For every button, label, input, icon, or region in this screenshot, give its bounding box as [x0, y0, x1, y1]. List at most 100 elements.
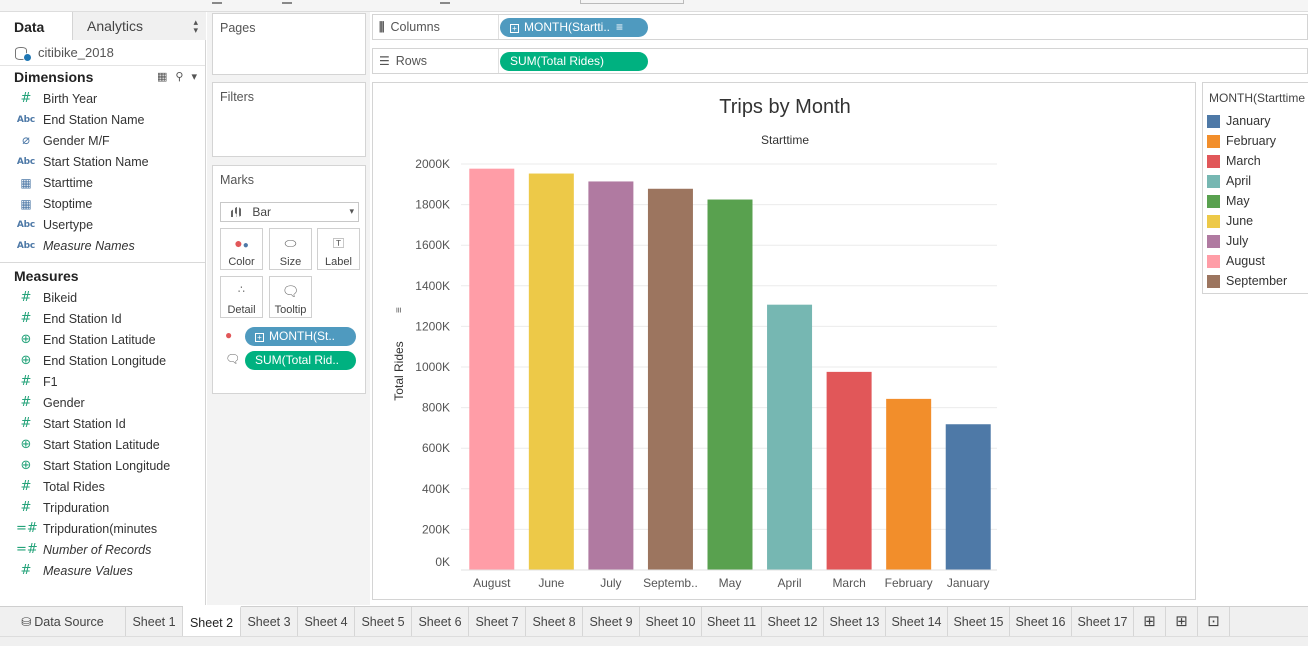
field-item[interactable]: # Birth Year	[0, 88, 205, 109]
rows-sum-pill[interactable]: SUM(Total Rides)	[500, 52, 648, 71]
tab-data[interactable]: Data	[0, 12, 72, 40]
bar[interactable]	[945, 424, 991, 570]
sheet-tab[interactable]: Sheet 16	[1010, 607, 1072, 637]
field-item[interactable]: ▦ Starttime	[0, 172, 205, 193]
sort-icon[interactable]: ≡	[394, 307, 405, 313]
rows-shelf[interactable]: ☰ Rows SUM(Total Rides)	[372, 48, 1308, 74]
field-item[interactable]: # End Station Id	[0, 308, 205, 329]
field-label: Start Station Latitude	[43, 437, 160, 452]
detail-button[interactable]: ∴ Detail	[220, 276, 263, 318]
color-month-pill[interactable]: + MONTH(St..	[245, 327, 356, 346]
field-item[interactable]: # Gender	[0, 392, 205, 413]
field-item[interactable]: Abc Measure Names	[0, 235, 205, 256]
legend-item[interactable]: April	[1203, 171, 1308, 191]
legend-label: August	[1226, 254, 1265, 268]
bar[interactable]	[469, 168, 515, 570]
sheet-tab[interactable]: Sheet 2	[183, 606, 241, 637]
legend-item[interactable]: January	[1203, 111, 1308, 131]
field-item[interactable]: =# Tripduration(minutes	[0, 518, 205, 539]
sheet-tab[interactable]: Sheet 15	[948, 607, 1010, 637]
bar-chart: 0K 200K 400K 600K 800K 1000K 1200K 1400K 1600K 18…	[392, 157, 997, 590]
sheet-tab[interactable]: Sheet 3	[241, 607, 298, 637]
legend-item[interactable]: August	[1203, 251, 1308, 271]
new-dashboard-icon[interactable]: ⊞	[1166, 607, 1198, 637]
sheet-tab[interactable]: Sheet 11	[702, 607, 762, 637]
sheet-tab[interactable]: Sheet 9	[583, 607, 640, 637]
pages-card[interactable]: Pages	[212, 13, 366, 75]
field-item[interactable]: # F1	[0, 371, 205, 392]
legend-label: January	[1226, 114, 1271, 128]
bar[interactable]	[647, 188, 693, 570]
field-label: End Station Latitude	[43, 332, 156, 347]
sheet-tab[interactable]: Sheet 1	[126, 607, 183, 637]
bar[interactable]	[767, 304, 813, 570]
tooltip-sum-pill[interactable]: SUM(Total Rid..	[245, 351, 356, 370]
dimensions-list: # Birth Year Abc End Station Name ⌀ Gender M/…	[0, 88, 205, 256]
bar[interactable]	[707, 199, 753, 570]
sheet-tab[interactable]: Sheet 5	[355, 607, 412, 637]
size-button[interactable]: ⬭ Size	[269, 228, 312, 270]
toolbar-dropdown[interactable]	[580, 0, 684, 4]
columns-shelf[interactable]: ⫼ Columns + MONTH(Startti.. ≡	[372, 14, 1308, 40]
sheet-tab[interactable]: Sheet 13	[824, 607, 886, 637]
new-worksheet-icon[interactable]: ⊞	[1134, 607, 1166, 637]
bar[interactable]	[528, 173, 574, 570]
view-toggle-icon[interactable]: ▦	[157, 70, 167, 83]
field-item[interactable]: # Start Station Id	[0, 413, 205, 434]
tab-analytics[interactable]: Analytics ▴ ▾	[72, 12, 206, 40]
field-label: End Station Id	[43, 311, 122, 326]
field-label: Usertype	[43, 217, 94, 232]
bar[interactable]	[588, 181, 634, 570]
label-button[interactable]: 🅃 Label	[317, 228, 360, 270]
columns-month-pill[interactable]: + MONTH(Startti.. ≡	[500, 18, 648, 37]
sheet-tab[interactable]: Sheet 8	[526, 607, 583, 637]
field-item[interactable]: # Bikeid	[0, 287, 205, 308]
new-story-icon[interactable]: ⊡	[1198, 607, 1230, 637]
legend-item[interactable]: June	[1203, 211, 1308, 231]
sheet-tab[interactable]: Sheet 14	[886, 607, 948, 637]
sheet-tab[interactable]: Sheet 6	[412, 607, 469, 637]
field-item[interactable]: ⊕ Start Station Latitude	[0, 434, 205, 455]
legend-item[interactable]: May	[1203, 191, 1308, 211]
sheet-tab[interactable]: Sheet 4	[298, 607, 355, 637]
tooltip-sum-pill-label: SUM(Total Rid..	[255, 353, 340, 367]
field-item[interactable]: ⌀ Gender M/F	[0, 130, 205, 151]
toolbar-icon[interactable]	[282, 0, 292, 4]
sheet-tab[interactable]: Sheet 17	[1072, 607, 1134, 637]
bar[interactable]	[826, 371, 872, 570]
number-type-icon: #	[20, 395, 32, 410]
field-item[interactable]: # Total Rides	[0, 476, 205, 497]
field-item[interactable]: ⊕ Start Station Longitude	[0, 455, 205, 476]
field-item[interactable]: ⊕ End Station Longitude	[0, 350, 205, 371]
field-item[interactable]: # Tripduration	[0, 497, 205, 518]
field-item[interactable]: =# Number of Records	[0, 539, 205, 560]
group-type-icon: ⌀	[22, 133, 30, 148]
legend-item[interactable]: February	[1203, 131, 1308, 151]
mark-type-select[interactable]: Bar ▾	[220, 202, 359, 222]
field-item[interactable]: ▦ Stoptime	[0, 193, 205, 214]
geo-type-icon: ⊕	[20, 353, 32, 368]
sheet-tab[interactable]: Sheet 7	[469, 607, 526, 637]
data-source-tab[interactable]: ⛁ Data Source	[0, 607, 126, 637]
legend-item[interactable]: July	[1203, 231, 1308, 251]
legend-label: July	[1226, 234, 1249, 248]
sheet-tab[interactable]: Sheet 10	[640, 607, 702, 637]
field-item[interactable]: Abc End Station Name	[0, 109, 205, 130]
chevron-down-icon[interactable]: ▾	[191, 70, 197, 83]
search-icon[interactable]: ⚲	[175, 70, 183, 83]
toolbar-icon[interactable]	[212, 0, 222, 4]
tooltip-button[interactable]: 🗨 Tooltip	[269, 276, 312, 318]
field-item[interactable]: # Measure Values	[0, 560, 205, 581]
field-item[interactable]: Abc Start Station Name	[0, 151, 205, 172]
field-item[interactable]: Abc Usertype	[0, 214, 205, 235]
toolbar-icon[interactable]	[440, 0, 450, 4]
legend-item[interactable]: March	[1203, 151, 1308, 171]
color-button[interactable]: ●● Color	[220, 228, 263, 270]
columns-month-pill-label: MONTH(Startti..	[524, 20, 610, 34]
filters-card[interactable]: Filters	[212, 82, 366, 157]
bar[interactable]	[886, 398, 932, 570]
field-item[interactable]: ⊕ End Station Latitude	[0, 329, 205, 350]
datasource-item[interactable]: citibike_2018	[0, 40, 205, 66]
sheet-tab[interactable]: Sheet 12	[762, 607, 824, 637]
legend-item[interactable]: September	[1203, 271, 1308, 291]
